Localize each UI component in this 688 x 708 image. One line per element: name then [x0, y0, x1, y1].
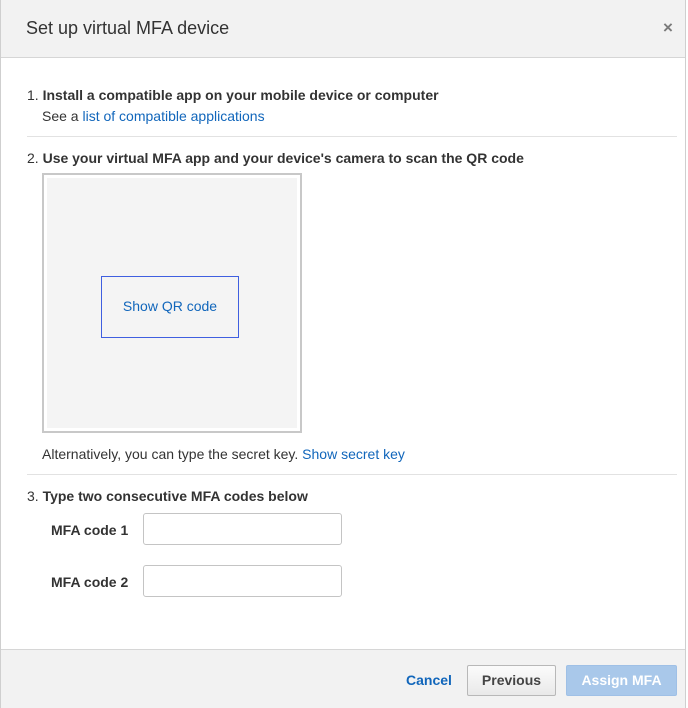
divider: [27, 474, 677, 475]
alternative-text: Alternatively, you can type the secret k…: [42, 446, 299, 462]
assign-mfa-button[interactable]: Assign MFA: [566, 665, 677, 696]
step1-see-line: See a list of compatible applications: [42, 108, 265, 124]
step1-number: 1.: [27, 87, 39, 103]
secret-key-line: Alternatively, you can type the secret k…: [42, 446, 405, 462]
step3-heading: 3. Type two consecutive MFA codes below: [27, 488, 308, 504]
show-qr-code-button[interactable]: Show QR code: [101, 276, 239, 338]
mfa-code-1-input[interactable]: [143, 513, 342, 545]
divider: [27, 136, 677, 137]
dialog-title: Set up virtual MFA device: [26, 18, 230, 38]
mfa-code-1-label: MFA code 1: [51, 522, 129, 538]
cancel-button[interactable]: Cancel: [406, 672, 452, 688]
show-secret-key-link[interactable]: Show secret key: [302, 446, 405, 462]
close-icon[interactable]: ×: [659, 18, 677, 38]
compatible-apps-link[interactable]: list of compatible applications: [82, 108, 264, 124]
previous-button[interactable]: Previous: [467, 665, 556, 696]
dialog-header: Set up virtual MFA device ×: [1, 0, 685, 58]
step3-number: 3.: [27, 488, 39, 504]
step1-heading: 1. Install a compatible app on your mobi…: [27, 87, 439, 103]
step2-heading: 2. Use your virtual MFA app and your dev…: [27, 150, 524, 166]
mfa-code-2-input[interactable]: [143, 565, 342, 597]
step2-title: Use your virtual MFA app and your device…: [42, 150, 524, 166]
step1-title: Install a compatible app on your mobile …: [42, 87, 439, 103]
dialog-footer: Cancel Previous Assign MFA: [1, 649, 685, 708]
step3-title: Type two consecutive MFA codes below: [42, 488, 308, 504]
mfa-code-2-label: MFA code 2: [51, 574, 129, 590]
step1-see-prefix: See a: [42, 108, 79, 124]
step2-number: 2.: [27, 150, 39, 166]
mfa-setup-dialog: Set up virtual MFA device × 1. Install a…: [0, 0, 686, 708]
